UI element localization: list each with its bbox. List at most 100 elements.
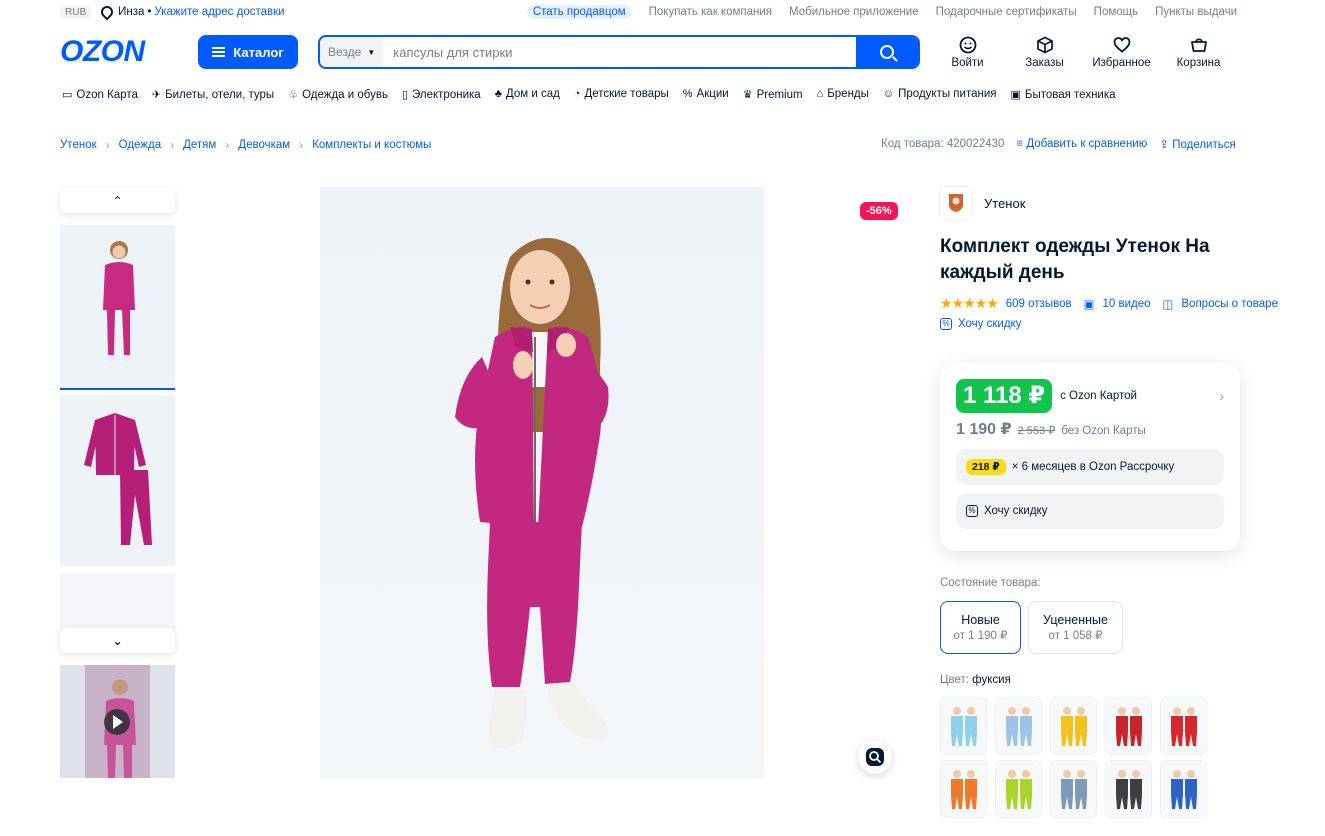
- delivery-address-link[interactable]: Укажите адрес доставки: [154, 6, 284, 18]
- breadcrumb-item[interactable]: Детям: [183, 139, 216, 151]
- category-sales[interactable]: % Акции: [683, 88, 729, 101]
- breadcrumb-item[interactable]: Утенок: [60, 139, 97, 151]
- discount-tag-icon: %: [940, 318, 952, 330]
- category-clothes[interactable]: ♧ Одежда и обувь: [288, 88, 388, 101]
- crown-icon: ♛: [742, 89, 753, 101]
- share-label: Поделиться: [1172, 139, 1236, 151]
- color-swatch[interactable]: [995, 760, 1042, 818]
- category-label: Бренды: [827, 88, 869, 100]
- thumbs-scroll-up-button[interactable]: ⌃: [60, 188, 175, 213]
- category-label: Premium: [756, 89, 803, 101]
- breadcrumb-item[interactable]: Комплекты и костюмы: [312, 139, 431, 151]
- cart-icon: [1190, 37, 1207, 52]
- product-main-image[interactable]: [320, 187, 764, 778]
- color-swatch[interactable]: [1050, 697, 1097, 755]
- regular-price: 1 190 ₽: [956, 421, 1012, 438]
- category-label: Ozon Карта: [76, 89, 138, 101]
- nav-cart[interactable]: Корзина: [1160, 36, 1237, 69]
- color-swatch[interactable]: [940, 697, 987, 755]
- color-swatch[interactable]: [940, 760, 987, 818]
- storefront-icon: ⌂: [816, 88, 824, 100]
- top-bar: RUB Инза • Укажите адрес доставки Стать …: [60, 0, 1237, 24]
- thumbnail-1[interactable]: [60, 225, 175, 390]
- brand-row[interactable]: Утенок: [940, 186, 1285, 220]
- condition-option-new[interactable]: Новые от 1 190 ₽: [940, 601, 1021, 654]
- category-premium[interactable]: ♛ Premium: [743, 88, 803, 101]
- videos-link[interactable]: 10 видео: [1102, 298, 1150, 310]
- color-swatch[interactable]: [1050, 760, 1097, 818]
- breadcrumb-item[interactable]: Одежда: [119, 139, 161, 151]
- category-food[interactable]: ☺ Продукты питания: [883, 88, 997, 101]
- category-ozon-card[interactable]: ▭ Ozon Карта: [62, 88, 138, 101]
- category-travel[interactable]: ✈ Билеты, отели, туры: [152, 88, 274, 101]
- top-link-gift-cards[interactable]: Подарочные сертификаты: [936, 6, 1077, 18]
- compare-link[interactable]: ≡ Добавить к сравнению: [1016, 138, 1147, 150]
- top-link-help[interactable]: Помощь: [1094, 6, 1138, 18]
- brand-logo: [940, 187, 972, 219]
- card-price: 1 118 ₽: [956, 379, 1053, 413]
- city-label[interactable]: Инза: [118, 6, 144, 18]
- nav-favorites[interactable]: Избранное: [1083, 36, 1160, 69]
- thumbnail-video[interactable]: [60, 665, 175, 778]
- color-swatch[interactable]: [995, 697, 1042, 755]
- search-input[interactable]: [383, 44, 856, 60]
- want-discount-link[interactable]: % Хочу скидку: [940, 318, 1285, 330]
- category-label: Бытовая техника: [1024, 89, 1116, 101]
- condition-price: от 1 190 ₽: [953, 629, 1008, 642]
- category-label: Одежда и обувь: [302, 89, 388, 101]
- search-scope-value: Везде: [328, 45, 362, 59]
- installment-text: × 6 месяцев в Ozon Рассрочку: [1011, 461, 1175, 473]
- find-similar-button[interactable]: [858, 740, 892, 774]
- condition-option-discounted[interactable]: Уцененные от 1 058 ₽: [1028, 601, 1123, 654]
- swatch-image: [1060, 770, 1087, 809]
- location-icon: [98, 3, 116, 21]
- color-swatch[interactable]: [1160, 697, 1207, 755]
- swatch-image: [950, 707, 977, 746]
- color-swatch[interactable]: [1160, 760, 1207, 818]
- search-icon: [880, 45, 894, 59]
- search-scope-select[interactable]: Везде ▼: [320, 37, 384, 67]
- rating-row: ★★★★★ 609 отзывов ▣ 10 видео ◫ Вопросы о…: [940, 295, 1285, 312]
- brand-name[interactable]: Утенок: [984, 196, 1025, 211]
- color-swatch[interactable]: [1105, 697, 1152, 755]
- old-price: 2 553 ₽: [1017, 425, 1056, 437]
- card-price-label: с Ozon Картой: [1060, 390, 1137, 402]
- swatch-image: [1005, 707, 1032, 746]
- rating-stars-icon[interactable]: ★★★★★: [940, 295, 999, 312]
- category-appliances[interactable]: ▣ Бытовая техника: [1010, 88, 1115, 101]
- nav-orders[interactable]: Заказы: [1006, 36, 1083, 69]
- thumbs-scroll-down-button[interactable]: ⌄: [60, 628, 175, 653]
- installment-amount: 218 ₽: [966, 459, 1006, 475]
- chevron-down-icon: ⌄: [112, 633, 123, 648]
- currency-switch[interactable]: RUB: [60, 5, 92, 19]
- category-menu: ▭ Ozon Карта ✈ Билеты, отели, туры ♧ Одежда…: [62, 88, 1116, 101]
- chevron-right-icon: ›: [225, 138, 230, 152]
- duck-logo-icon: [949, 194, 963, 212]
- card-price-row[interactable]: 1 118 ₽ с Ozon Картой ›: [956, 379, 1224, 413]
- breadcrumb: Утенок › Одежда › Детям › Девочкам › Ком…: [60, 138, 431, 152]
- discount-badge: -56%: [860, 202, 898, 220]
- color-swatch[interactable]: [1105, 760, 1152, 818]
- category-electronics[interactable]: ▯ Электроника: [402, 88, 481, 101]
- thumbnail-2[interactable]: [60, 395, 175, 566]
- category-kids[interactable]: ◔ Детские товары: [574, 88, 669, 101]
- top-link-mobile-app[interactable]: Мобильное приложение: [789, 6, 919, 18]
- catalog-button[interactable]: Каталог: [198, 35, 298, 69]
- catalog-label: Каталог: [233, 44, 284, 60]
- category-home[interactable]: ♣ Дом и сад: [495, 88, 560, 101]
- breadcrumb-item[interactable]: Девочкам: [238, 139, 290, 151]
- chevron-right-icon: ›: [1219, 388, 1224, 404]
- image-search-icon: [866, 748, 884, 766]
- questions-link[interactable]: Вопросы о товаре: [1181, 298, 1278, 310]
- top-link-become-seller[interactable]: Стать продавцом: [526, 5, 632, 19]
- installment-offer[interactable]: 218 ₽ × 6 месяцев в Ozon Рассрочку: [956, 449, 1224, 485]
- top-link-pickup-points[interactable]: Пункты выдачи: [1155, 6, 1237, 18]
- want-discount-button[interactable]: % Хочу скидку: [956, 493, 1224, 529]
- reviews-link[interactable]: 609 отзывов: [1006, 298, 1072, 310]
- search-button[interactable]: [856, 37, 918, 67]
- category-brands[interactable]: ⌂ Бренды: [817, 88, 869, 101]
- top-link-business[interactable]: Покупать как компания: [649, 6, 772, 18]
- share-link[interactable]: ⇪ Поделиться: [1159, 137, 1235, 151]
- nav-login[interactable]: Войти: [929, 36, 1006, 69]
- ozon-logo[interactable]: OZON: [60, 35, 198, 69]
